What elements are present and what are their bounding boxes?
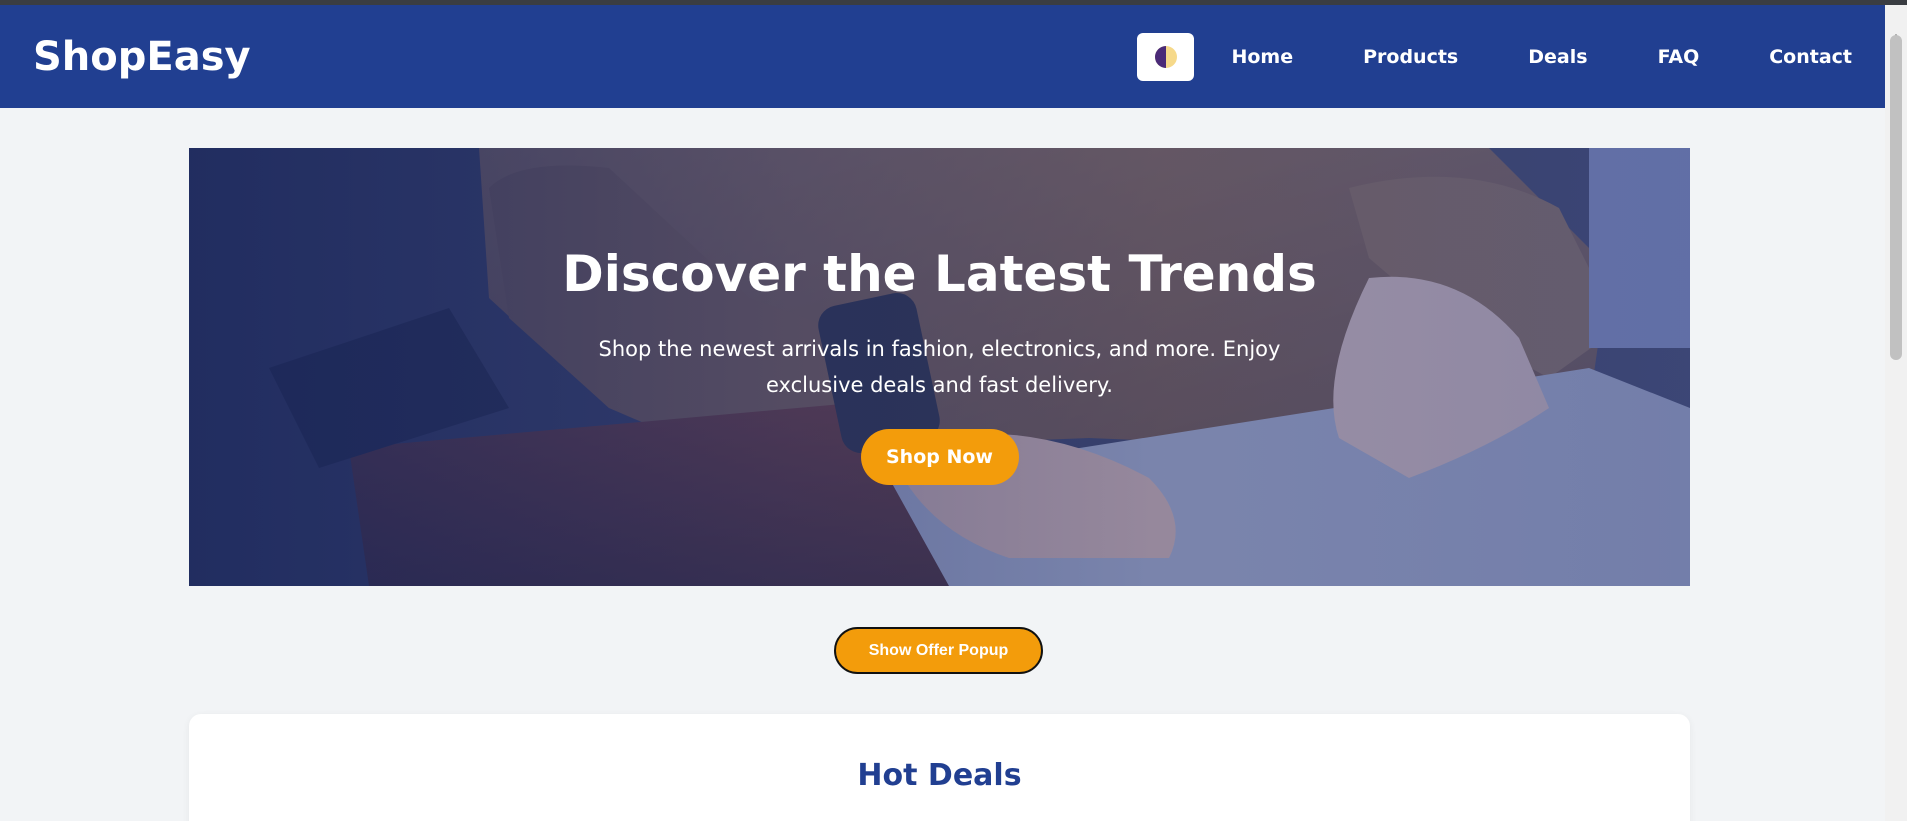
hot-deals-title: Hot Deals [857,758,1022,793]
nav-faq[interactable]: FAQ [1658,46,1700,68]
shop-now-button[interactable]: Shop Now [860,429,1019,485]
hot-deals-section: Hot Deals [189,714,1690,821]
site-logo[interactable]: ShopEasy [33,34,251,80]
hero-content: Discover the Latest Trends Shop the newe… [189,148,1690,586]
page-scrollbar[interactable] [1885,5,1907,821]
nav-products[interactable]: Products [1363,46,1458,68]
show-offer-popup-button[interactable]: Show Offer Popup [834,627,1043,674]
site-header: ShopEasy Home Products Deals FAQ Contact [0,5,1885,108]
hero-subtitle: Shop the newest arrivals in fashion, ele… [598,337,1281,397]
scrollbar-thumb[interactable] [1890,35,1902,360]
hero-title: Discover the Latest Trends [562,245,1317,303]
main-nav: Home Products Deals FAQ Contact [1137,32,1852,81]
nav-contact[interactable]: Contact [1769,46,1852,68]
theme-toggle-button[interactable] [1137,32,1195,81]
nav-deals[interactable]: Deals [1528,46,1587,68]
half-moon-theme-icon [1154,45,1177,68]
hero-banner: Discover the Latest Trends Shop the newe… [189,148,1690,586]
nav-home[interactable]: Home [1231,46,1293,68]
